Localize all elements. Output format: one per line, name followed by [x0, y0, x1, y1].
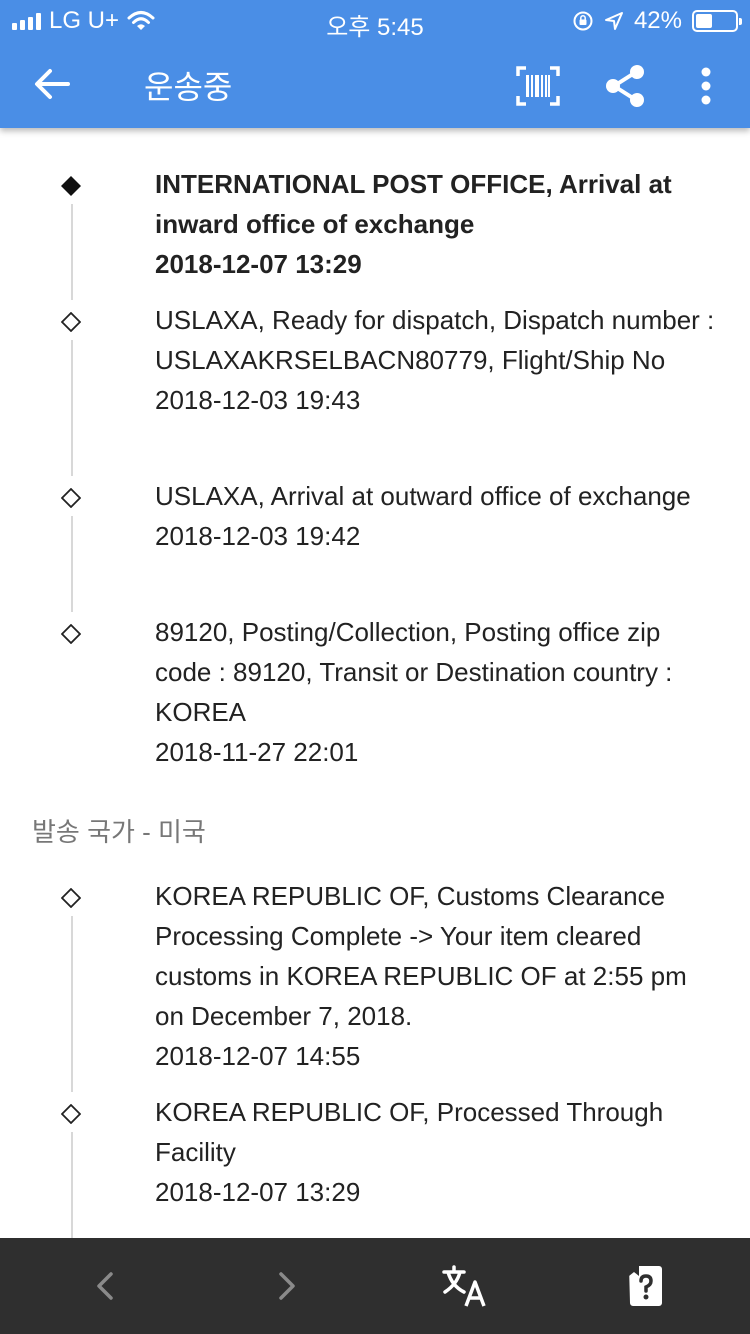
event-datetime: 2018-12-07 13:29 [155, 249, 362, 279]
translate-icon[interactable] [440, 1262, 488, 1310]
diamond-icon [61, 312, 81, 332]
timeline-event: INTERNATIONAL POST OFFICE, Arrival at in… [0, 164, 750, 300]
event-description: INTERNATIONAL POST OFFICE, Arrival at in… [155, 169, 672, 239]
timeline-event: USLAXA, Arrival at outward office of exc… [0, 476, 750, 612]
diamond-icon [61, 888, 81, 908]
timeline-origin: KOREA REPUBLIC OF, Customs Clearance Pro… [0, 876, 750, 1238]
event-description: KOREA REPUBLIC OF, Customs Clearance Pro… [155, 881, 687, 1031]
tracking-content[interactable]: INTERNATIONAL POST OFFICE, Arrival at in… [0, 0, 750, 1238]
location-arrow-icon [604, 12, 623, 30]
battery-icon [692, 10, 742, 32]
event-description: USLAXA, Arrival at outward office of exc… [155, 481, 691, 511]
share-icon[interactable] [602, 62, 650, 110]
diamond-icon [61, 488, 81, 508]
event-datetime: 2018-12-07 14:55 [155, 1041, 361, 1071]
chevron-left-icon[interactable] [82, 1262, 130, 1310]
chevron-right-icon[interactable] [262, 1262, 310, 1310]
section-heading-origin: 발송 국가 - 미국 [32, 817, 206, 847]
timeline-destination: INTERNATIONAL POST OFFICE, Arrival at in… [0, 164, 750, 788]
event-datetime: 2018-12-03 19:43 [155, 385, 361, 415]
orientation-lock-icon [573, 11, 593, 31]
diamond-icon [61, 624, 81, 644]
page-title: 운송중 [144, 69, 233, 105]
event-description: 89120, Posting/Collection, Posting offic… [155, 617, 673, 727]
event-datetime: 2018-12-07 13:29 [155, 1177, 361, 1207]
app-header: LG U+ 오후 5:45 42% 운송중 [0, 0, 750, 128]
toolbar: 운송중 [0, 40, 750, 128]
browser-bottom-bar [0, 1238, 750, 1334]
event-datetime: 2018-12-03 19:42 [155, 521, 361, 551]
help-icon[interactable] [622, 1262, 670, 1310]
back-arrow-icon[interactable] [28, 62, 76, 106]
timeline-event: 89120, Posting/Collection, Posting offic… [0, 612, 750, 788]
timeline-event: KOREA REPUBLIC OF, Customs Clearance Pro… [0, 876, 750, 1092]
barcode-scan-icon[interactable] [514, 62, 562, 110]
event-datetime: 2018-11-27 22:01 [155, 737, 359, 767]
event-description: KOREA REPUBLIC OF, Processed Through Fac… [155, 1097, 664, 1167]
status-bar: LG U+ 오후 5:45 42% [0, 0, 750, 41]
timeline-event: USLAXA, Ready for dispatch, Dispatch num… [0, 300, 750, 476]
filled-diamond-icon [61, 176, 81, 196]
diamond-icon [61, 1104, 81, 1124]
timeline-event: KOREA REPUBLIC OF, Processed Through Fac… [0, 1092, 750, 1238]
event-description: USLAXA, Ready for dispatch, Dispatch num… [155, 305, 715, 375]
battery-percent: 42% [633, 7, 682, 34]
more-vert-icon[interactable] [682, 62, 730, 110]
